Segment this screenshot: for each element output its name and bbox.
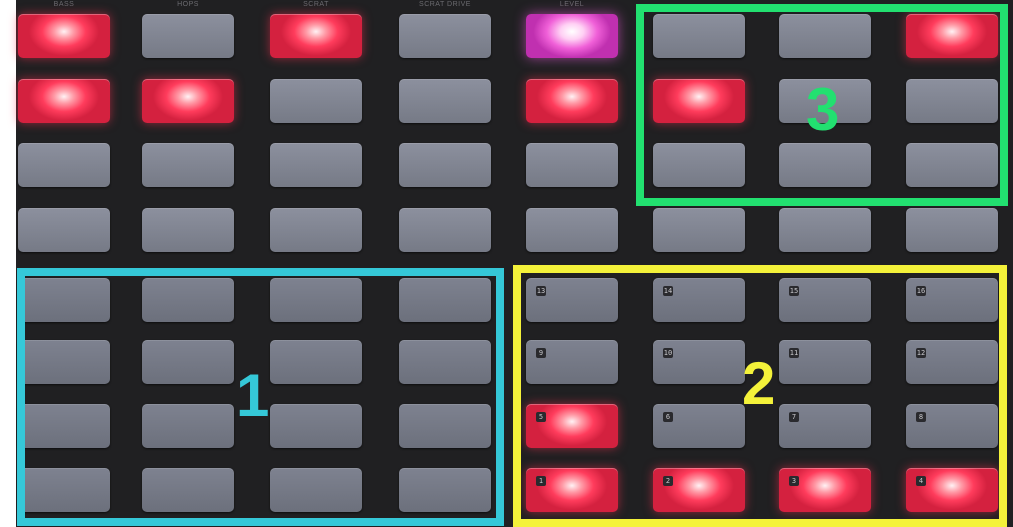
- pad-r3-c2[interactable]: [142, 143, 234, 187]
- group-1-label: 1: [236, 362, 270, 429]
- pad-r1-c4[interactable]: [399, 14, 491, 58]
- pad-r3-c5[interactable]: [526, 143, 618, 187]
- pad-r1-c2[interactable]: [142, 14, 234, 58]
- pad-r1-c1[interactable]: [18, 14, 110, 58]
- group-3-label: 3: [806, 76, 840, 143]
- pad-r4-c5[interactable]: [526, 208, 618, 252]
- column-label: SCRAT DRIVE: [419, 1, 471, 8]
- column-label: BASS: [53, 1, 75, 8]
- pad-r1-c5[interactable]: [526, 14, 618, 58]
- pad-r2-c3[interactable]: [270, 79, 362, 123]
- pad-r3-c4[interactable]: [399, 143, 491, 187]
- pad-r4-c7[interactable]: [779, 208, 871, 252]
- pad-r2-c5[interactable]: [526, 79, 618, 123]
- group-2-label: 2: [742, 350, 776, 417]
- pad-r4-c1[interactable]: [18, 208, 110, 252]
- pad-r4-c3[interactable]: [270, 208, 362, 252]
- pad-r4-c8[interactable]: [906, 208, 998, 252]
- pad-r4-c2[interactable]: [142, 208, 234, 252]
- column-label: LEVEL: [559, 1, 585, 8]
- pad-r3-c1[interactable]: [18, 143, 110, 187]
- column-label: HOPS: [177, 1, 199, 8]
- pad-r1-c3[interactable]: [270, 14, 362, 58]
- pad-r3-c3[interactable]: [270, 143, 362, 187]
- annotated-screenshot: BASS HOPS SCRAT SCRAT DRIVE LEVEL 13 14 15 16 9 10…: [0, 0, 1013, 527]
- pad-r4-c6[interactable]: [653, 208, 745, 252]
- column-label: SCRAT: [303, 1, 329, 8]
- pad-r4-c4[interactable]: [399, 208, 491, 252]
- pad-r2-c1[interactable]: [18, 79, 110, 123]
- pad-r2-c4[interactable]: [399, 79, 491, 123]
- pad-r2-c2[interactable]: [142, 79, 234, 123]
